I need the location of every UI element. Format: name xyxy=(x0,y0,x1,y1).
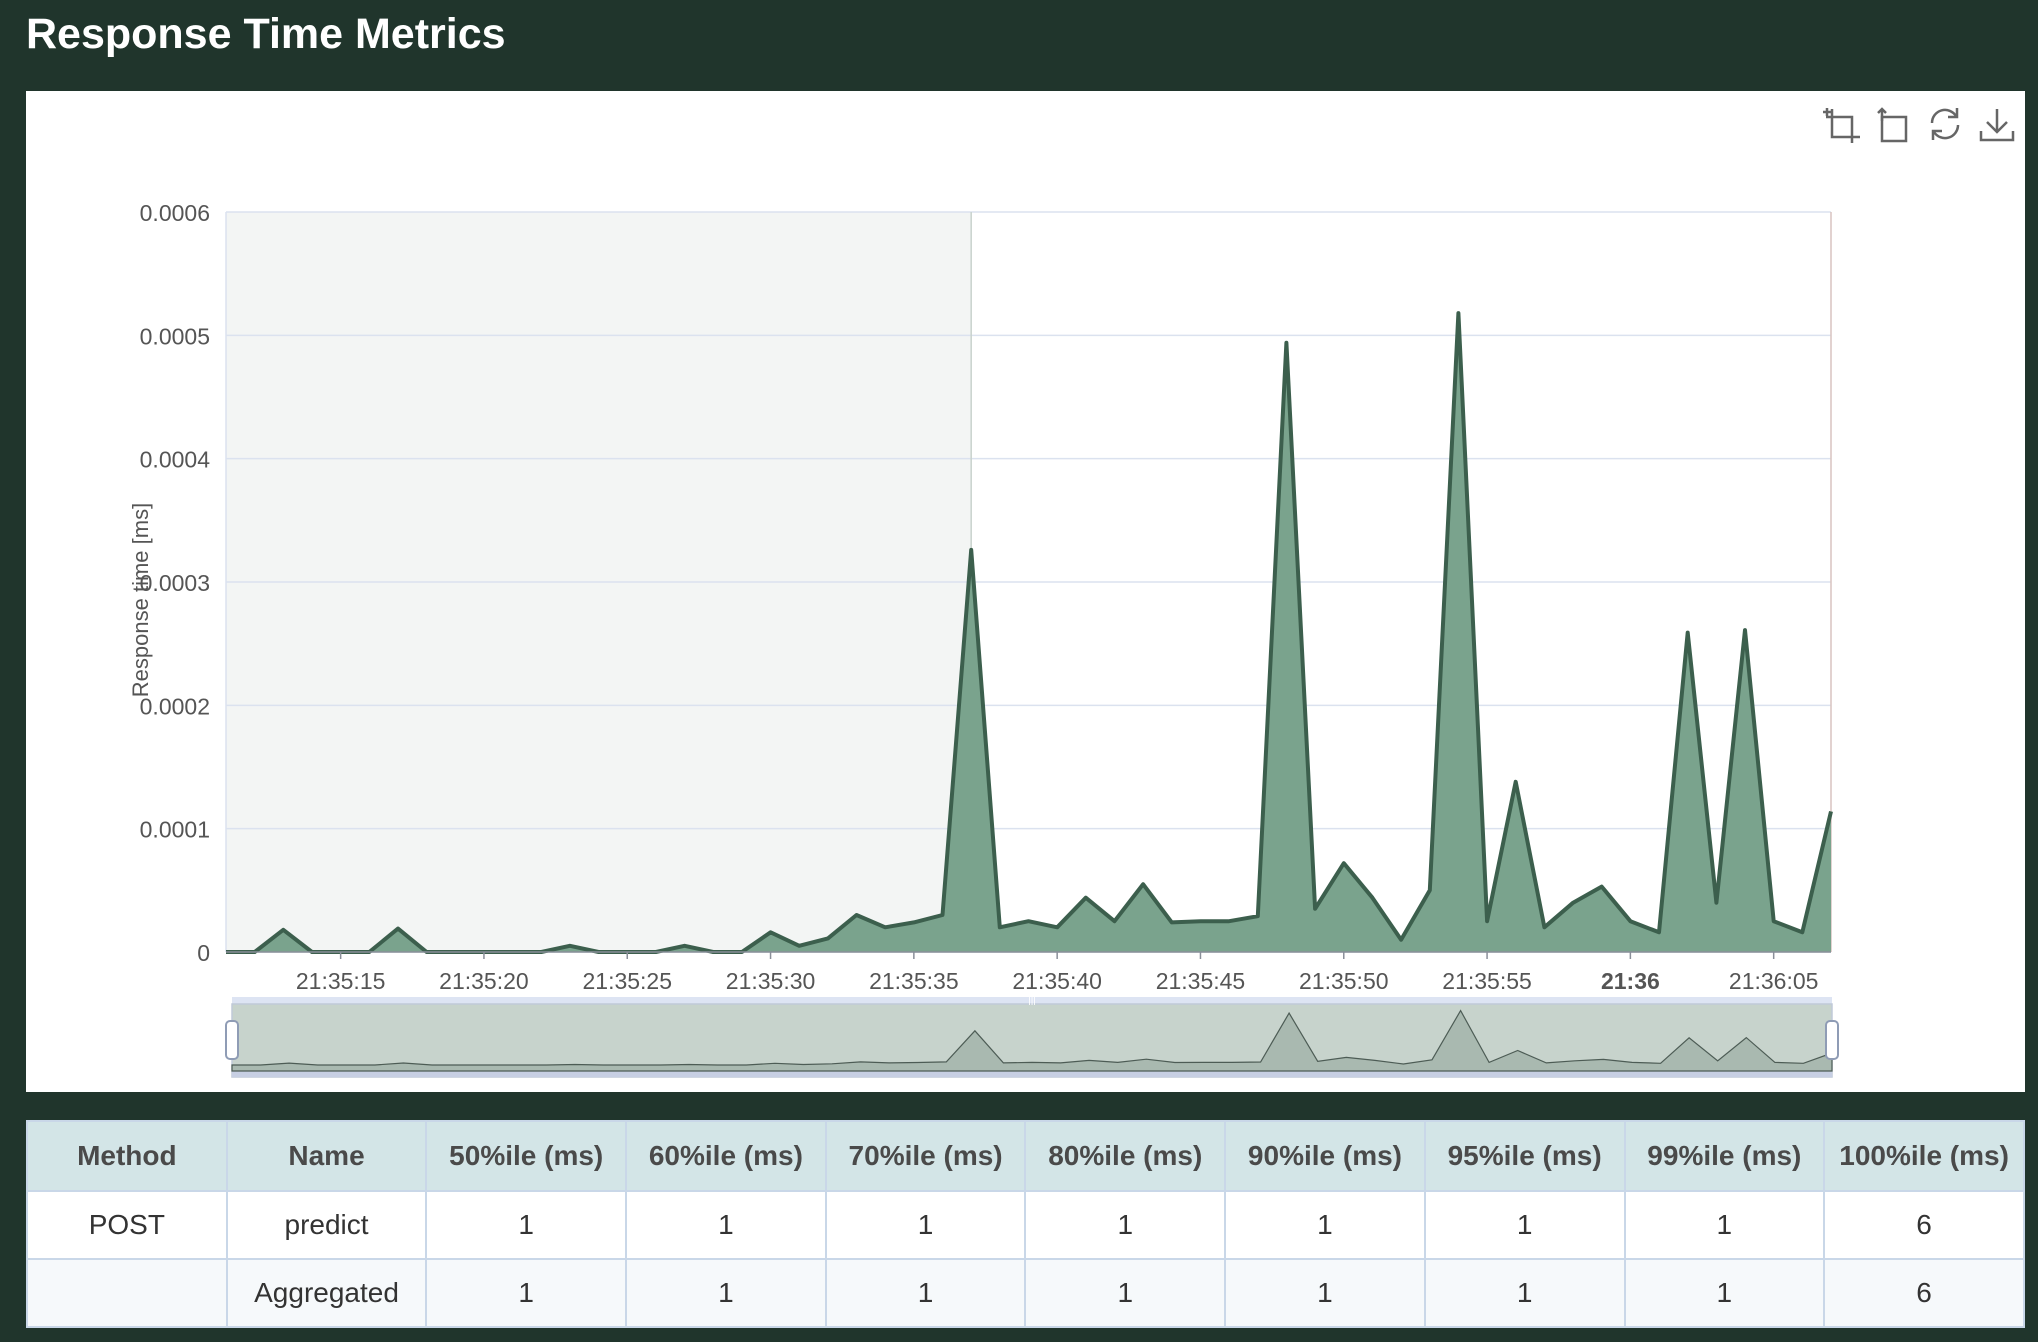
y-tick-label: 0.0004 xyxy=(140,447,211,473)
table-cell: POST xyxy=(26,1190,228,1260)
page-title: Response Time Metrics xyxy=(26,10,506,58)
column-header[interactable]: 50%ile (ms) xyxy=(425,1120,628,1192)
percentile-table: Method Name 50%ile (ms) 60%ile (ms) 70%i… xyxy=(26,1120,2025,1328)
table-cell: predict xyxy=(225,1190,428,1260)
table-header-row: Method Name 50%ile (ms) 60%ile (ms) 70%i… xyxy=(26,1120,2025,1192)
column-header[interactable]: Name xyxy=(225,1120,428,1192)
column-header[interactable]: 60%ile (ms) xyxy=(625,1120,827,1192)
table-cell: 1 xyxy=(1623,1258,1826,1328)
x-tick-label: 21:35:40 xyxy=(1012,968,1102,994)
table-cell: 6 xyxy=(1823,1258,2025,1328)
refresh-icon[interactable] xyxy=(1924,103,1966,145)
table-cell: 1 xyxy=(625,1258,827,1328)
chart-panel: 0 0.0001 0.0002 0.0003 0.0004 0.0005 0.0006 Res… xyxy=(26,91,2025,1092)
column-header[interactable]: 80%ile (ms) xyxy=(1024,1120,1227,1192)
table-cell: 1 xyxy=(1423,1190,1626,1260)
table-cell: 1 xyxy=(625,1190,827,1260)
table-row: POST predict 1 1 1 1 1 1 1 6 xyxy=(26,1190,2025,1260)
zoom-select-icon[interactable] xyxy=(1820,103,1862,145)
x-tick-label: 21:35:15 xyxy=(296,968,386,994)
x-tick-label: 21:35:30 xyxy=(726,968,816,994)
table-cell: 1 xyxy=(824,1258,1027,1328)
x-tick-label: 21:35:25 xyxy=(582,968,672,994)
table-cell: 1 xyxy=(1024,1258,1227,1328)
column-header[interactable]: 95%ile (ms) xyxy=(1423,1120,1626,1192)
table-cell: 6 xyxy=(1823,1190,2025,1260)
column-header[interactable]: 90%ile (ms) xyxy=(1224,1120,1426,1192)
x-tick-label: 21:36:05 xyxy=(1729,968,1819,994)
column-header[interactable]: Method xyxy=(26,1120,228,1192)
y-tick-label: 0 xyxy=(197,940,210,966)
table-row: Aggregated 1 1 1 1 1 1 1 6 xyxy=(26,1258,2025,1328)
table-cell: 1 xyxy=(425,1190,628,1260)
download-icon[interactable] xyxy=(1976,103,2018,145)
table-cell: 1 xyxy=(1423,1258,1626,1328)
table-cell xyxy=(26,1258,228,1328)
y-axis-label: Response time [ms] xyxy=(128,503,153,697)
table-cell: 1 xyxy=(1224,1190,1426,1260)
response-time-chart[interactable]: 00.00010.00020.00030.00040.00050.0006Res… xyxy=(26,91,2025,1092)
table-cell: 1 xyxy=(1024,1190,1227,1260)
y-tick-label: 0.0001 xyxy=(140,817,210,843)
x-tick-label: 21:35:20 xyxy=(439,968,529,994)
table-cell: Aggregated xyxy=(225,1258,428,1328)
y-tick-label: 0.0006 xyxy=(140,200,210,226)
column-header[interactable]: 99%ile (ms) xyxy=(1623,1120,1826,1192)
column-header[interactable]: 70%ile (ms) xyxy=(824,1120,1027,1192)
table-cell: 1 xyxy=(425,1258,628,1328)
zoom-handle-right xyxy=(1825,1020,1839,1060)
zoom-bottom-bar xyxy=(232,1071,1832,1077)
x-tick-label: 21:35:50 xyxy=(1299,968,1389,994)
table-cell: 1 xyxy=(1224,1258,1426,1328)
zoom-handle-left xyxy=(225,1020,239,1060)
table-cell: 1 xyxy=(1623,1190,1826,1260)
x-tick-label: 21:36 xyxy=(1601,968,1660,994)
zoom-grip: ||| xyxy=(1028,995,1036,1006)
x-tick-label: 21:35:45 xyxy=(1156,968,1246,994)
table-cell: 1 xyxy=(824,1190,1027,1260)
x-tick-label: 21:35:35 xyxy=(869,968,959,994)
x-tick-label: 21:35:55 xyxy=(1442,968,1532,994)
column-header[interactable]: 100%ile (ms) xyxy=(1823,1120,2025,1192)
y-tick-label: 0.0005 xyxy=(140,323,210,349)
zoom-reset-icon[interactable] xyxy=(1872,103,1914,145)
